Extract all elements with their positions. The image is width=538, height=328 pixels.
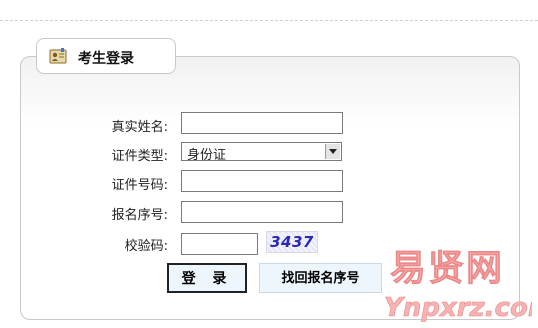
login-button[interactable]: 登 录 [167, 263, 247, 293]
page-title: 考生登录 [78, 51, 134, 67]
watermark-logo: 易贤网 Ynpxrz.com [384, 248, 532, 324]
svg-text:Ynpxrz.com: Ynpxrz.com [384, 293, 532, 323]
captcha-input[interactable] [181, 233, 258, 255]
login-panel-header: 考生登录 [36, 38, 176, 74]
id-number-label: 证件号码: [111, 178, 168, 193]
captcha-label: 校验码: [124, 239, 168, 254]
chevron-down-icon[interactable] [325, 144, 340, 159]
top-dashed-divider [0, 20, 538, 21]
reg-number-input[interactable] [181, 201, 343, 223]
captcha-image[interactable]: 3437 [266, 231, 318, 253]
id-type-label: 证件类型: [111, 149, 168, 164]
reg-number-label: 报名序号: [111, 208, 168, 223]
find-reg-number-button[interactable]: 找回报名序号 [259, 263, 382, 293]
id-type-selected-value: 身份证 [187, 148, 227, 163]
svg-text:易贤网: 易贤网 [390, 248, 504, 289]
id-type-select[interactable]: 身份证 [181, 142, 342, 163]
real-name-input[interactable] [181, 112, 343, 134]
real-name-label: 真实姓名: [111, 120, 168, 135]
id-number-input[interactable] [181, 170, 343, 192]
user-card-icon [49, 47, 67, 65]
